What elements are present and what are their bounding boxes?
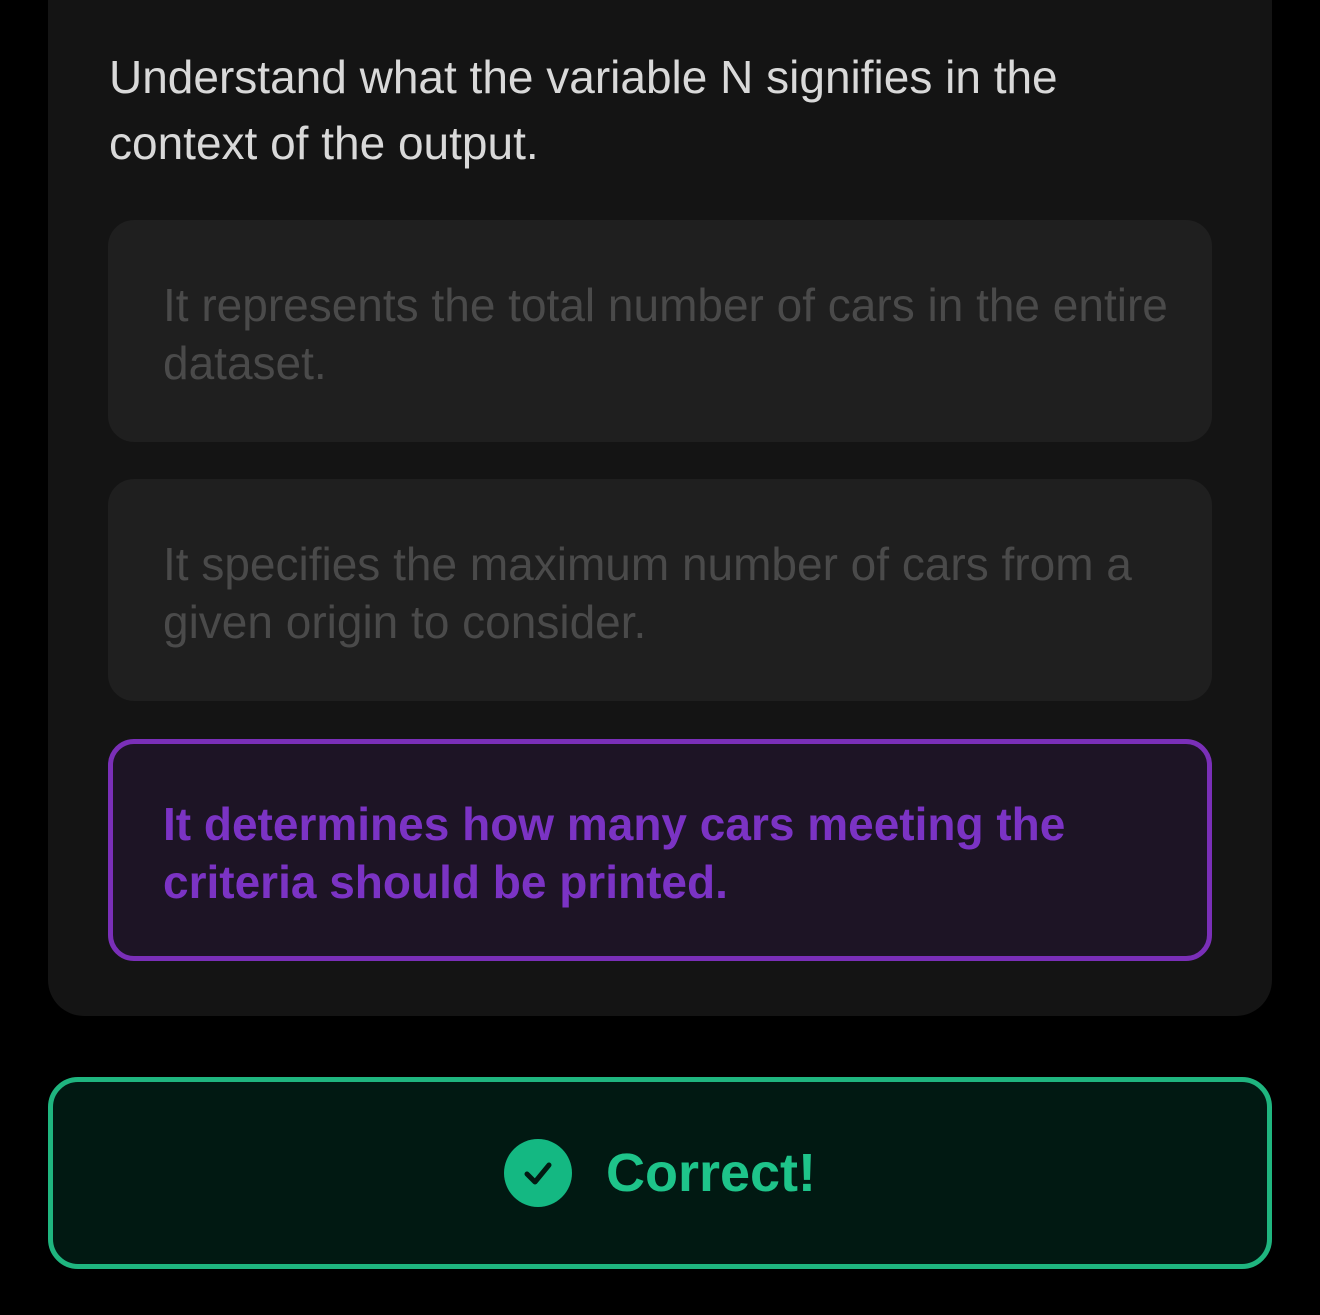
answer-option-1[interactable]: It represents the total number of cars i… <box>108 220 1212 442</box>
question-text: Understand what the variable N signifies… <box>109 51 1058 169</box>
answer-option-label: It represents the total number of cars i… <box>163 279 1168 389</box>
quiz-page: Understand what the variable N signifies… <box>0 0 1320 1315</box>
answer-option-2[interactable]: It specifies the maximum number of cars … <box>108 479 1212 701</box>
correct-feedback-content: Correct! <box>53 1082 1267 1264</box>
check-circle-icon <box>503 1139 572 1207</box>
correct-feedback-button[interactable]: Correct! <box>48 1077 1272 1269</box>
checkmark-icon <box>524 1162 552 1185</box>
correct-label: Correct! <box>605 1143 817 1203</box>
answer-option-label: It specifies the maximum number of cars … <box>163 538 1132 648</box>
answer-option-label: It determines how many cars meeting the … <box>163 798 1066 908</box>
answer-option-3-selected[interactable]: It determines how many cars meeting the … <box>108 739 1212 961</box>
